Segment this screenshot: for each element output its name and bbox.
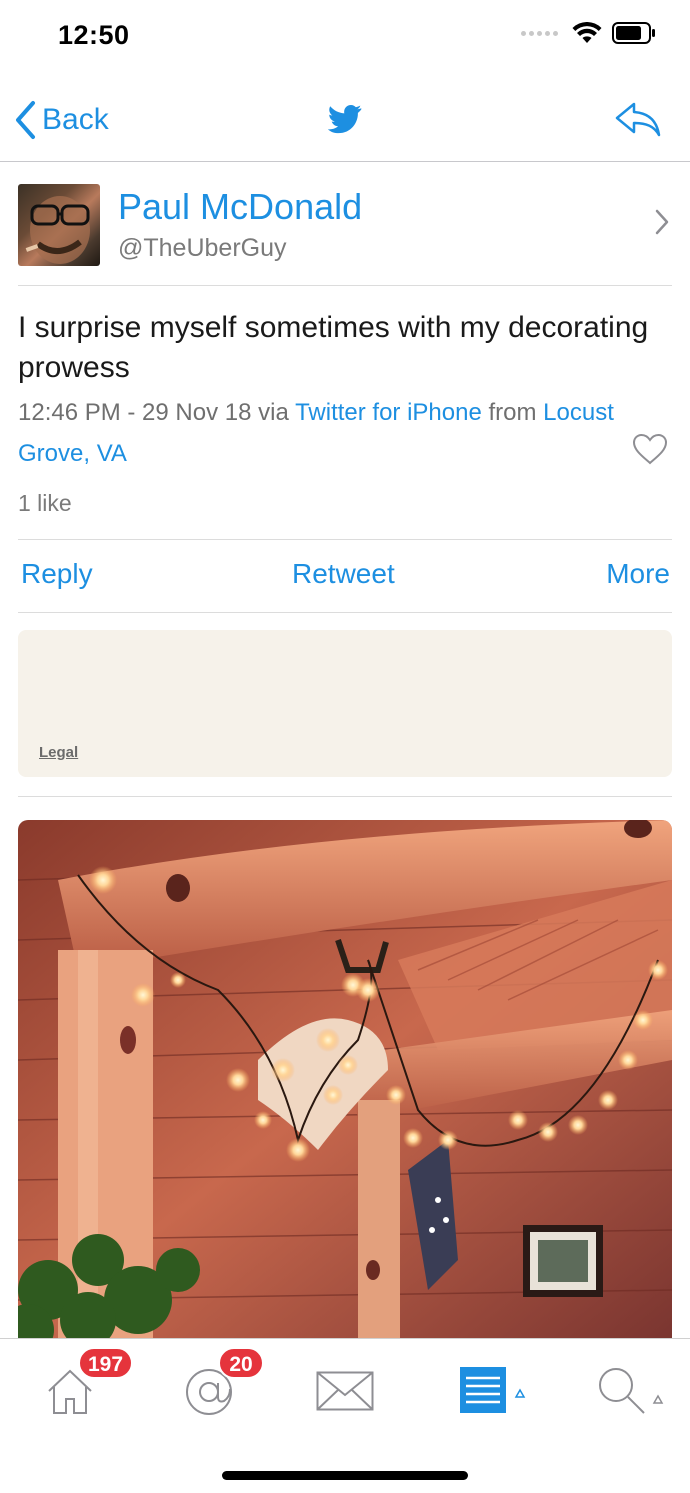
client-link[interactable]: Twitter for iPhone — [295, 399, 482, 426]
avatar-photo — [25, 196, 90, 264]
back-button[interactable]: Back — [14, 100, 109, 140]
tab-messages[interactable] — [300, 1359, 390, 1419]
tab-search[interactable] — [584, 1359, 674, 1419]
list-icon — [460, 1367, 526, 1413]
cellular-signal-icon — [521, 30, 558, 36]
display-name[interactable]: Paul McDonald — [118, 186, 362, 228]
tweet-meta: 12:46 PM - 29 Nov 18 via Twitter for iPh… — [18, 392, 618, 474]
from-text: from — [481, 399, 544, 426]
chevron-right-icon — [655, 209, 669, 235]
tab-lists[interactable] — [446, 1359, 536, 1419]
via-text: via — [251, 399, 296, 426]
search-icon — [599, 1368, 664, 1414]
reply-arrow-icon[interactable] — [614, 100, 662, 138]
cabin-lights-photo — [18, 820, 672, 1340]
reply-button[interactable]: Reply — [21, 558, 93, 590]
like-count[interactable]: 1 like — [18, 490, 72, 517]
envelope-icon — [316, 1371, 374, 1411]
tab-mentions[interactable]: 20 — [166, 1347, 264, 1419]
more-button[interactable]: More — [606, 558, 670, 590]
chevron-left-icon — [16, 101, 35, 139]
twitter-bird-icon — [328, 104, 362, 134]
tweet-actions: Reply Retweet More — [18, 539, 672, 613]
tweet-text: I surprise myself sometimes with my deco… — [18, 311, 649, 384]
status-icons — [521, 22, 656, 44]
home-badge: 197 — [78, 1347, 134, 1379]
retweet-button[interactable]: Retweet — [292, 558, 395, 590]
avatar[interactable] — [18, 184, 100, 266]
mentions-badge: 20 — [218, 1347, 264, 1379]
tweet-timestamp: 12:46 PM - 29 Nov 18 — [18, 399, 252, 426]
battery-icon — [612, 22, 655, 44]
status-bar: 12:50 — [0, 0, 690, 80]
ad-placeholder: Legal — [18, 630, 672, 777]
divider — [18, 796, 672, 797]
tab-bar: 197 20 — [0, 1338, 690, 1493]
wifi-icon — [572, 22, 602, 43]
user-handle: @TheUberGuy — [118, 234, 287, 262]
status-time: 12:50 — [58, 20, 130, 50]
heart-icon[interactable] — [632, 433, 668, 465]
tweet-photo[interactable] — [18, 820, 672, 1340]
home-indicator[interactable] — [222, 1471, 468, 1480]
legal-link[interactable]: Legal — [39, 744, 78, 761]
back-label: Back — [42, 103, 109, 136]
profile-row[interactable]: Paul McDonald @TheUberGuy — [18, 162, 672, 286]
navigation-bar: Back — [0, 80, 690, 162]
tab-home[interactable]: 197 — [26, 1347, 134, 1419]
